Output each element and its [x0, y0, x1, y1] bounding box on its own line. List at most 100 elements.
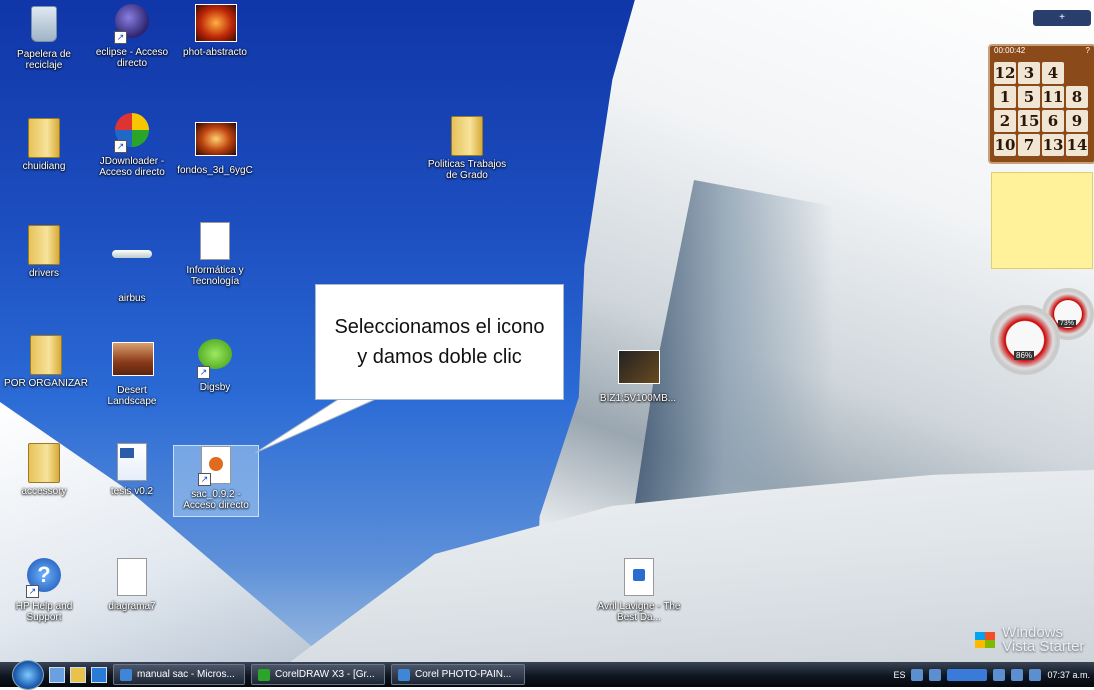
- start-button[interactable]: [12, 659, 44, 690]
- icon-label: BIZ1:5V100MB...: [599, 393, 677, 404]
- puzzle-tile[interactable]: 8: [1066, 86, 1088, 108]
- icon-label: airbus: [118, 293, 146, 304]
- word-icon: [120, 668, 132, 681]
- show-desktop-icon[interactable]: [49, 666, 65, 683]
- puzzle-tile[interactable]: 15: [1018, 110, 1040, 132]
- puzzle-timer: 00:00:42: [994, 46, 1026, 55]
- puzzle-empty-slot[interactable]: [1066, 62, 1088, 84]
- desktop-icon-politicas[interactable]: Politicas Trabajos de Grado: [427, 116, 507, 181]
- folder-icon: [24, 443, 64, 483]
- desktop-icon-desert-landscape[interactable]: Desert Landscape: [92, 338, 172, 407]
- icon-label: drivers: [28, 268, 59, 279]
- icon-label: chuidiang: [22, 161, 66, 172]
- puzzle-tile[interactable]: 9: [1066, 110, 1088, 132]
- icon-label: diagrama7: [108, 601, 156, 612]
- folder-icon: [24, 225, 64, 265]
- puzzle-tile[interactable]: 2: [994, 110, 1016, 132]
- sidebar-add-gadget-button[interactable]: +: [1033, 10, 1091, 26]
- puzzle-gadget[interactable]: 00:00:42? 12 3 4 1 5 11 8 2 15 6 9 10 7 …: [988, 44, 1094, 164]
- desktop-icon-por-organizar[interactable]: POR ORGANIZAR: [0, 335, 92, 389]
- jdownloader-icon: ↗: [112, 113, 152, 153]
- taskbar-button-coreldraw[interactable]: CorelDRAW X3 - [Gr...: [251, 664, 385, 685]
- desktop-icon-diagrama7[interactable]: diagrama7: [92, 558, 172, 612]
- plus-icon: +: [1059, 12, 1065, 23]
- icon-label: HP Help and Support: [15, 601, 73, 623]
- desktop-icon-informatica[interactable]: Informática y Tecnología: [175, 222, 255, 287]
- desktop-icon-hp-help[interactable]: ? ↗ HP Help and Support: [4, 558, 84, 623]
- puzzle-tile[interactable]: 14: [1066, 134, 1088, 156]
- media-control-icon[interactable]: [947, 668, 988, 681]
- desktop-icon-chuidiang[interactable]: chuidiang: [4, 118, 84, 172]
- icon-label: Avril Lavigne - The Best Da...: [597, 601, 681, 623]
- tray-icon[interactable]: [911, 668, 924, 681]
- puzzle-tile[interactable]: 13: [1042, 134, 1064, 156]
- icon-label: POR ORGANIZAR: [4, 378, 88, 389]
- puzzle-tile[interactable]: 1: [994, 86, 1016, 108]
- desktop-icon-digsby[interactable]: ↗ Digsby: [175, 333, 255, 393]
- recycle-bin-icon: [24, 6, 64, 46]
- network-icon[interactable]: [1011, 668, 1024, 681]
- audio-file-icon: [619, 558, 659, 598]
- puzzle-tile[interactable]: 7: [1018, 134, 1040, 156]
- help-icon: ? ↗: [24, 558, 64, 598]
- java-shortcut-icon: ↗: [196, 446, 236, 486]
- volume-icon[interactable]: [1029, 668, 1042, 681]
- icon-label: Papelera de reciclaje: [17, 49, 71, 71]
- puzzle-tile[interactable]: 3: [1018, 62, 1040, 84]
- windows-branding: Windows Vista Starter: [975, 625, 1092, 654]
- desktop-icon-tesis[interactable]: tesis v0.2: [92, 443, 172, 497]
- desktop-icon-eclipse[interactable]: ↗ eclipse - Acceso directo: [92, 4, 172, 69]
- explorer-icon[interactable]: [70, 666, 86, 683]
- desktop-icon-fondos-3d[interactable]: fondos_3d_6ygC: [175, 118, 255, 176]
- diagram-document-icon: [112, 558, 152, 598]
- icon-label: tesis v0.2: [110, 486, 154, 497]
- media-player-icon[interactable]: [91, 666, 107, 683]
- puzzle-tile[interactable]: 5: [1018, 86, 1040, 108]
- callout-text: Seleccionamos el icono y damos doble cli…: [334, 316, 545, 368]
- taskbar-button-photopaint[interactable]: Corel PHOTO-PAIN...: [391, 664, 525, 685]
- taskbar-button-word[interactable]: manual sac - Micros...: [113, 664, 245, 685]
- document-icon: [195, 222, 235, 262]
- tray-icon[interactable]: [929, 668, 942, 681]
- digsby-icon: ↗: [195, 339, 235, 379]
- desktop-icon-video[interactable]: BIZ1:5V100MB...: [596, 346, 680, 404]
- puzzle-tile[interactable]: 10: [994, 134, 1016, 156]
- help-icon[interactable]: ?: [1086, 46, 1090, 58]
- icon-label: eclipse - Acceso directo: [95, 47, 169, 69]
- puzzle-tile[interactable]: 12: [994, 62, 1016, 84]
- tray-icon[interactable]: [993, 668, 1006, 681]
- icon-label: Desert Landscape: [107, 385, 157, 407]
- desktop-icon-drivers[interactable]: drivers: [4, 225, 84, 279]
- desktop-icon-sac-selected[interactable]: ↗ sac_0.9.2 - Acceso directo: [173, 445, 259, 517]
- word-document-icon: [112, 443, 152, 483]
- photo-paint-icon: [398, 668, 410, 681]
- folder-icon: [447, 116, 487, 156]
- folder-icon: [26, 335, 66, 375]
- clock[interactable]: 07:37 a.m.: [1047, 670, 1090, 680]
- ram-value: 73%: [1058, 320, 1077, 327]
- desktop-icon-phot-abstracto[interactable]: phot-abstracto: [175, 4, 255, 58]
- puzzle-tile[interactable]: 11: [1042, 86, 1064, 108]
- desktop[interactable]: Papelera de reciclaje chuidiang drivers …: [0, 0, 1094, 662]
- airplane-icon: [112, 250, 152, 290]
- desktop-icon-airbus[interactable]: airbus: [92, 232, 172, 304]
- language-indicator[interactable]: ES: [893, 670, 905, 680]
- image-icon: [195, 4, 237, 44]
- puzzle-tile[interactable]: 4: [1042, 62, 1064, 84]
- image-icon: [112, 342, 154, 382]
- taskbar-button-label: manual sac - Micros...: [137, 669, 235, 680]
- desktop-icon-jdownloader[interactable]: ↗ JDownloader - Acceso directo: [92, 113, 172, 178]
- video-file-icon: [618, 350, 660, 390]
- desktop-icon-avril-lavigne[interactable]: Avril Lavigne - The Best Da...: [597, 558, 681, 623]
- cpu-value: 86%: [1014, 351, 1035, 360]
- desktop-icon-accessory[interactable]: accessory: [4, 443, 84, 497]
- puzzle-tile[interactable]: 6: [1042, 110, 1064, 132]
- taskbar: manual sac - Micros... CorelDRAW X3 - [G…: [0, 659, 1094, 690]
- system-tray: ES 07:37 a.m.: [893, 668, 1094, 681]
- coreldraw-icon: [258, 668, 270, 681]
- desktop-icon-recycle-bin[interactable]: Papelera de reciclaje: [4, 4, 84, 71]
- windows-logo-icon: [975, 632, 995, 648]
- taskbar-button-label: Corel PHOTO-PAIN...: [415, 669, 512, 680]
- notes-gadget[interactable]: [991, 172, 1093, 269]
- icon-label: fondos_3d_6ygC: [177, 165, 253, 176]
